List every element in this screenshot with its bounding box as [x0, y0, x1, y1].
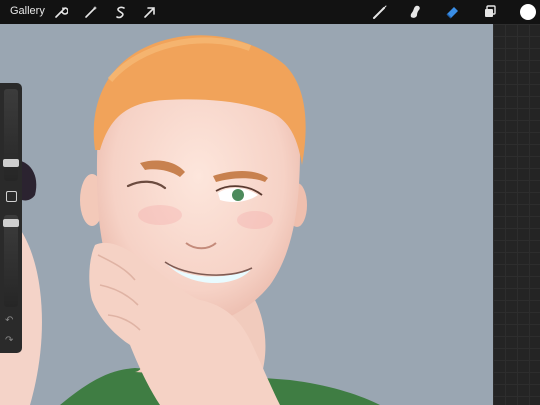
top-toolbar: Gallery [0, 0, 540, 24]
transform-arrow-icon[interactable] [141, 3, 159, 21]
undo-icon[interactable]: ↶ [5, 315, 13, 326]
selection-icon[interactable] [112, 3, 130, 21]
redo-icon[interactable]: ↷ [5, 335, 13, 346]
brush-size-slider[interactable] [3, 89, 19, 181]
sidebar: ↶ ↷ [0, 83, 22, 353]
eraser-icon[interactable] [443, 3, 461, 21]
layers-icon[interactable] [481, 3, 499, 21]
color-picker-button[interactable] [520, 4, 536, 20]
wrench-icon[interactable] [52, 3, 70, 21]
drawing-canvas[interactable] [0, 24, 493, 405]
brush-size-handle[interactable] [3, 159, 19, 167]
opacity-slider[interactable] [3, 215, 19, 307]
modify-button-icon[interactable] [6, 191, 17, 202]
magic-wand-icon[interactable] [82, 3, 100, 21]
opacity-handle[interactable] [3, 219, 19, 227]
gallery-button[interactable]: Gallery [10, 5, 45, 17]
smudge-icon[interactable] [406, 3, 424, 21]
artwork-illustration [0, 35, 380, 405]
right-panel-grid [493, 24, 540, 405]
brush-icon[interactable] [371, 3, 389, 21]
